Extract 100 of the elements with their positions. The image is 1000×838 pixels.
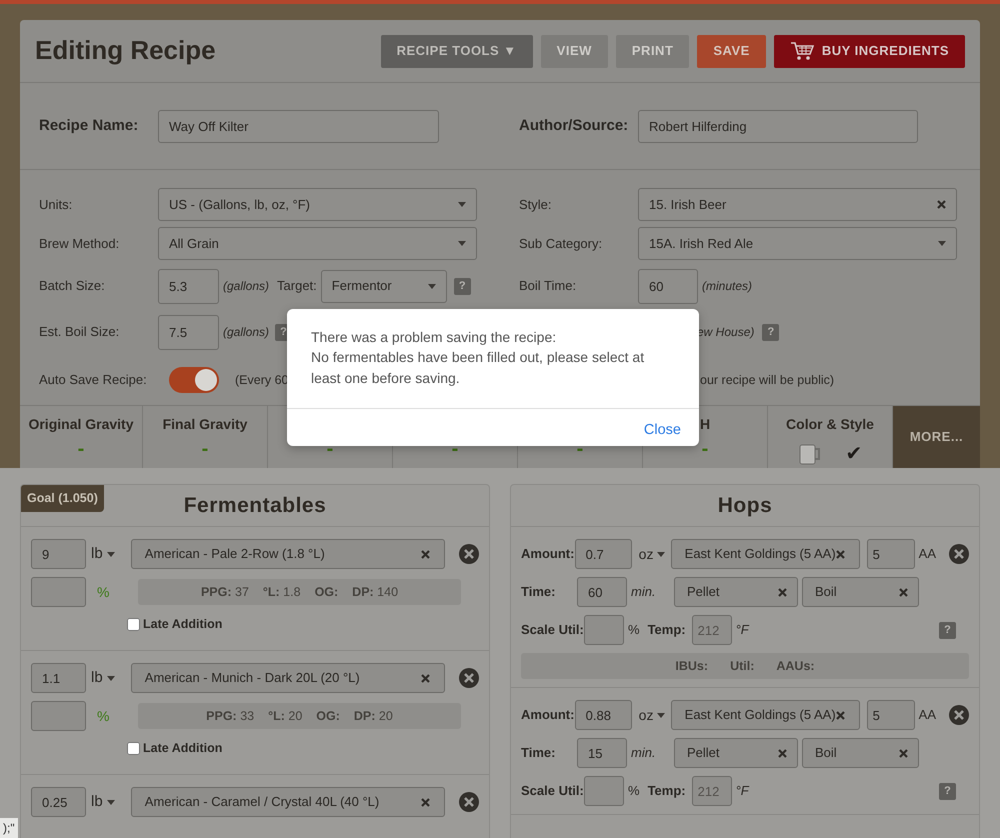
remove-icon xyxy=(459,544,479,564)
stat-text: °L: 1.8 xyxy=(262,584,301,601)
input-field[interactable]: 5 xyxy=(866,539,915,569)
field-label: AA xyxy=(918,706,936,724)
toolbar-button[interactable]: RECIPE TOOLS ▼ xyxy=(380,34,533,68)
select-field[interactable]: Pellet xyxy=(674,577,798,607)
remove-icon xyxy=(949,705,969,725)
input-field[interactable]: 7.5 xyxy=(158,314,219,350)
field-label: Amount: xyxy=(521,706,575,724)
close-link[interactable]: Close xyxy=(644,420,681,442)
select-field[interactable]: 15A. Irish Red Ale xyxy=(638,227,957,260)
input-field[interactable] xyxy=(584,776,624,806)
select-field[interactable]: Boil xyxy=(802,577,919,607)
field-label: Boil Time: xyxy=(519,277,578,296)
panel-title: Hops xyxy=(718,492,772,518)
unit-label: °F xyxy=(736,621,749,640)
more-button[interactable]: MORE... xyxy=(893,406,980,468)
clear-icon xyxy=(836,550,845,558)
caret-icon xyxy=(458,241,466,246)
input-field[interactable]: 60 xyxy=(638,268,698,304)
stat-label: H xyxy=(700,415,710,434)
field-label: Recipe Name: xyxy=(39,116,140,136)
unit-dropdown[interactable]: oz xyxy=(638,704,654,726)
caret-icon xyxy=(106,676,115,680)
clear-icon xyxy=(778,588,787,596)
stat-text: PPG: 37 xyxy=(200,584,249,601)
stat-label: Original Gravity xyxy=(28,415,134,434)
caret-icon xyxy=(428,284,436,288)
percent-label: % xyxy=(97,582,110,602)
select-field[interactable]: East Kent Goldings (5 AA) xyxy=(670,539,860,569)
select-field[interactable]: US - (Gallons, lb, oz, °F) xyxy=(158,188,477,221)
field-label: Batch Size: xyxy=(39,277,106,296)
clear-icon xyxy=(899,588,908,596)
field-label: Target: xyxy=(277,277,317,296)
toolbar-button[interactable]: SAVE xyxy=(697,34,766,68)
dialog-message: No fermentables have been filled out, please select at least one before saving. xyxy=(311,348,646,388)
unit-label: % xyxy=(628,782,640,800)
select-field[interactable]: American - Caramel / Crystal 40L (40 °L) xyxy=(130,787,445,817)
input-field[interactable]: 0.7 xyxy=(574,539,632,569)
percent-label: % xyxy=(97,706,110,726)
stat-text: °L: 20 xyxy=(268,708,302,725)
toggle-switch[interactable] xyxy=(169,367,219,393)
checkbox[interactable] xyxy=(127,742,140,755)
input-field[interactable]: 0.88 xyxy=(574,700,632,730)
toolbar-button[interactable]: BUY INGREDIENTS xyxy=(774,34,965,68)
unit-dropdown[interactable]: oz xyxy=(638,544,654,564)
help-icon[interactable]: ? xyxy=(939,782,956,800)
unit-label: min. xyxy=(631,583,657,602)
input-field[interactable]: Way Off Kilter xyxy=(158,110,439,142)
input-field[interactable] xyxy=(31,701,86,731)
clear-icon xyxy=(421,550,430,558)
clear-icon xyxy=(421,798,430,806)
input-field[interactable]: 1.1 xyxy=(31,663,86,693)
page-title: Editing Recipe xyxy=(35,35,216,67)
caret-icon xyxy=(106,800,115,804)
select-field[interactable]: East Kent Goldings (5 AA) xyxy=(670,700,860,730)
input-field[interactable]: 60 xyxy=(577,577,627,607)
result-label: IBUs: xyxy=(675,658,708,675)
unit-dropdown[interactable]: lb xyxy=(91,790,103,814)
input-field[interactable]: 5 xyxy=(866,700,915,730)
unit-dropdown[interactable]: lb xyxy=(91,666,103,690)
code-snippet: );" xyxy=(0,818,18,838)
goal-badge: Goal (1.050) xyxy=(21,485,104,512)
field-label: Units: xyxy=(39,196,74,214)
stat-value: - xyxy=(452,439,458,459)
select-field[interactable]: American - Munich - Dark 20L (20 °L) xyxy=(130,663,445,693)
input-field[interactable]: 212 xyxy=(692,776,732,806)
select-field[interactable]: 15. Irish Beer xyxy=(638,188,957,221)
help-icon[interactable]: ? xyxy=(762,324,780,340)
help-icon[interactable]: ? xyxy=(939,622,956,638)
input-field[interactable]: 212 xyxy=(692,615,732,645)
stat-text: OG: xyxy=(314,584,338,601)
checkbox-label[interactable]: Late Addition xyxy=(127,739,479,758)
input-field[interactable]: Robert Hilferding xyxy=(638,110,918,142)
input-field[interactable]: 9 xyxy=(31,539,86,569)
select-field[interactable]: Pellet xyxy=(674,738,798,768)
input-field[interactable]: 15 xyxy=(577,738,627,768)
field-label: Amount: xyxy=(521,545,575,564)
input-field[interactable]: 0.25 xyxy=(31,787,86,817)
caret-icon xyxy=(938,241,946,246)
clear-icon xyxy=(778,748,787,758)
input-field[interactable] xyxy=(584,615,624,645)
help-icon[interactable]: ? xyxy=(454,278,471,294)
field-label: Scale Util: xyxy=(521,782,584,800)
select-field[interactable]: Fermentor xyxy=(320,270,447,302)
checkbox[interactable] xyxy=(127,618,140,631)
input-field[interactable]: 5.3 xyxy=(158,268,219,304)
input-field[interactable] xyxy=(31,577,86,607)
field-label: Sub Category: xyxy=(519,234,604,253)
checkbox-label[interactable]: Late Addition xyxy=(127,615,479,634)
select-field[interactable]: American - Pale 2-Row (1.8 °L) xyxy=(130,539,445,569)
result-label: Util: xyxy=(730,658,754,675)
field-label: Brew Method: xyxy=(39,234,120,253)
select-field[interactable]: All Grain xyxy=(158,227,477,260)
stat-text: OG: xyxy=(316,708,340,725)
stat-value: - xyxy=(576,439,584,459)
unit-label: (gallons) xyxy=(223,324,270,341)
unit-dropdown[interactable]: lb xyxy=(91,542,103,566)
field-label: Time: xyxy=(521,583,556,602)
select-field[interactable]: Boil xyxy=(802,738,919,768)
